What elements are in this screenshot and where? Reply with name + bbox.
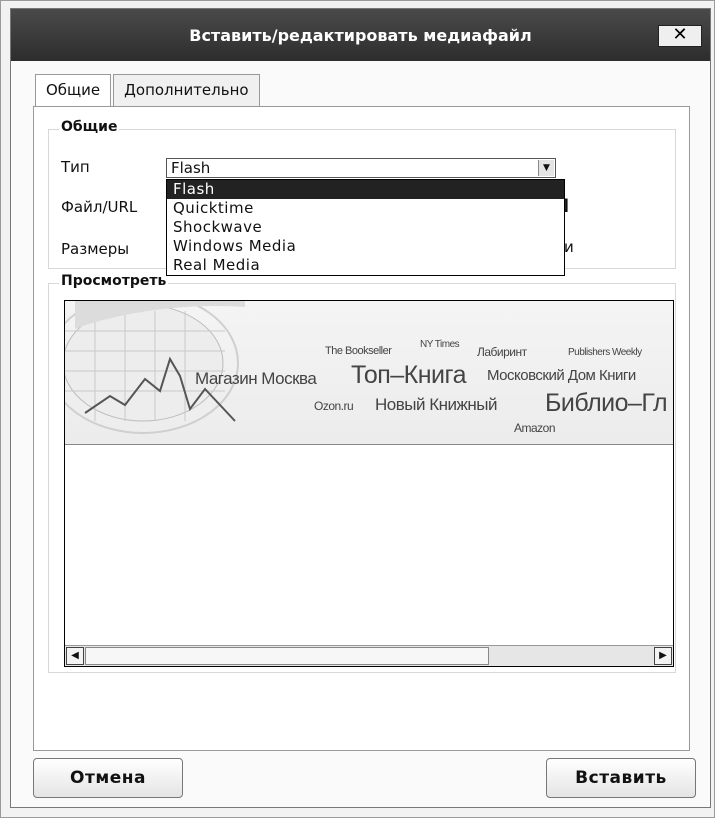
banner-word: Библио–Гл <box>545 389 668 417</box>
media-dialog: Вставить/редактировать медиафайл ✕ Общие… <box>10 8 711 808</box>
type-label: Тип <box>61 158 90 176</box>
insert-button[interactable]: Вставить <box>546 758 696 798</box>
option-real-media[interactable]: Real Media <box>167 256 564 275</box>
horizontal-scrollbar[interactable]: ◀ ▶ <box>65 645 673 666</box>
banner-word: Amazon <box>514 421 556 435</box>
banner-word: The Bookseller <box>325 345 392 357</box>
chevron-down-icon[interactable]: ▼ <box>538 160 554 176</box>
banner-word: Топ–Книга <box>351 361 466 389</box>
scrollbar-thumb[interactable] <box>85 647 489 665</box>
preview-fieldset: Просмотреть The Bookseller NY Times Лаби… <box>48 273 676 673</box>
banner-word: Лабиринт <box>477 345 527 359</box>
tab-bar: Общие Дополнительно <box>35 74 262 107</box>
close-icon: ✕ <box>672 24 688 45</box>
banner-word: Ozon.ru <box>314 399 354 413</box>
cancel-button[interactable]: Отмена <box>33 758 183 798</box>
general-fieldset: Общие Тип Flash ▼ Файл/URL ] Размеры и F… <box>48 119 676 276</box>
dialog-titlebar: Вставить/редактировать медиафайл ✕ <box>11 9 710 61</box>
type-dropdown-list: Flash Quicktime Shockwave Windows Media … <box>166 179 565 276</box>
option-windows-media[interactable]: Windows Media <box>167 237 564 256</box>
tab-advanced[interactable]: Дополнительно <box>113 74 260 106</box>
option-shockwave[interactable]: Shockwave <box>167 218 564 237</box>
dialog-title: Вставить/редактировать медиафайл <box>189 25 532 45</box>
close-button[interactable]: ✕ <box>658 25 702 47</box>
arrow-right-icon: ▶ <box>659 650 667 661</box>
banner-word: Publishers Weekly <box>568 347 642 358</box>
arrow-left-icon: ◀ <box>71 650 79 661</box>
banner-word: NY Times <box>420 339 460 350</box>
banner-word: Новый Книжный <box>375 395 497 414</box>
banner-word: Магазин Москва <box>195 369 317 388</box>
type-select-value: Flash <box>171 159 211 177</box>
scroll-left-button[interactable]: ◀ <box>66 647 84 665</box>
general-legend: Общие <box>59 119 120 135</box>
size-trailing-text: и <box>564 238 574 256</box>
preview-legend: Просмотреть <box>59 273 169 289</box>
type-select[interactable]: Flash ▼ <box>166 158 556 178</box>
file-url-label: Файл/URL <box>61 198 138 216</box>
size-label: Размеры <box>61 240 130 258</box>
banner-word: Московский Дом Книги <box>487 367 636 384</box>
preview-area: The Bookseller NY Times Лабиринт Publish… <box>64 300 674 667</box>
option-quicktime[interactable]: Quicktime <box>167 199 564 218</box>
scroll-right-button[interactable]: ▶ <box>654 647 672 665</box>
tab-general[interactable]: Общие <box>35 74 112 107</box>
preview-banner-image: The Bookseller NY Times Лабиринт Publish… <box>65 301 673 445</box>
option-flash[interactable]: Flash <box>167 180 564 199</box>
tab-panel: Общие Тип Flash ▼ Файл/URL ] Размеры и F… <box>33 106 690 751</box>
